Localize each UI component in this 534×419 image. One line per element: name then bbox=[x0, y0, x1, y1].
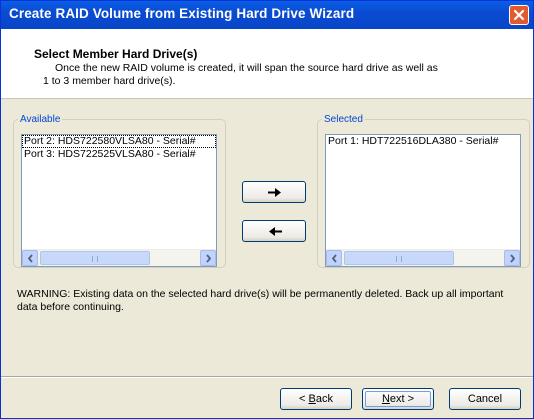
selected-item-port1[interactable]: Port 1: HDT722516DLA380 - Serial# bbox=[326, 135, 520, 148]
scroll-thumb[interactable] bbox=[40, 251, 150, 265]
selected-listbox[interactable]: Port 1: HDT722516DLA380 - Serial# bbox=[325, 134, 521, 267]
scroll-thumb[interactable] bbox=[344, 251, 454, 265]
next-button[interactable]: Next > bbox=[362, 388, 434, 410]
available-group: Available Port 2: HDS722580VLSA80 - Seri… bbox=[13, 114, 226, 268]
window-title: Create RAID Volume from Existing Hard Dr… bbox=[9, 6, 355, 21]
selected-scrollbar[interactable] bbox=[326, 249, 520, 266]
available-listbox[interactable]: Port 2: HDS722580VLSA80 - Serial# Port 3… bbox=[21, 134, 217, 267]
available-item-port3[interactable]: Port 3: HDS722525VLSA80 - Serial# bbox=[22, 148, 216, 161]
scroll-right-button[interactable] bbox=[200, 250, 216, 266]
wizard-window: Create RAID Volume from Existing Hard Dr… bbox=[0, 0, 534, 419]
chevron-right-icon bbox=[206, 254, 212, 263]
page-title: Select Member Hard Drive(s) bbox=[34, 47, 198, 61]
cancel-button[interactable]: Cancel bbox=[449, 388, 521, 410]
arrow-left-icon bbox=[269, 227, 282, 236]
description-line-2: 1 to 3 member hard drive(s). bbox=[43, 75, 176, 87]
available-scrollbar[interactable] bbox=[22, 249, 216, 266]
grip-icon bbox=[396, 256, 402, 262]
arrow-right-icon bbox=[268, 188, 281, 197]
page-description: Once the new RAID volume is created, it … bbox=[43, 62, 438, 88]
description-line-1: Once the new RAID volume is created, it … bbox=[55, 62, 438, 74]
back-button[interactable]: < Back bbox=[280, 388, 352, 410]
available-item-port2[interactable]: Port 2: HDS722580VLSA80 - Serial# bbox=[22, 135, 216, 148]
title-bar[interactable]: Create RAID Volume from Existing Hard Dr… bbox=[1, 1, 533, 29]
scroll-left-button[interactable] bbox=[22, 250, 38, 266]
footer-divider bbox=[1, 376, 533, 378]
scroll-left-button[interactable] bbox=[326, 250, 342, 266]
back-mnemonic: B bbox=[308, 393, 316, 405]
chevron-left-icon bbox=[331, 254, 337, 263]
selected-label: Selected bbox=[324, 114, 363, 125]
back-prefix: < bbox=[299, 393, 309, 405]
warning-text: WARNING: Existing data on the selected h… bbox=[17, 288, 504, 313]
available-label: Available bbox=[20, 114, 61, 125]
back-label: ack bbox=[315, 393, 333, 405]
grip-icon bbox=[92, 256, 98, 262]
selected-group: Selected Port 1: HDT722516DLA380 - Seria… bbox=[317, 114, 530, 268]
chevron-left-icon bbox=[27, 254, 33, 263]
remove-drive-button[interactable] bbox=[242, 220, 306, 242]
close-icon bbox=[513, 9, 525, 21]
scroll-right-button[interactable] bbox=[504, 250, 520, 266]
close-button[interactable] bbox=[509, 5, 529, 25]
wizard-header: Select Member Hard Drive(s) Once the new… bbox=[1, 29, 533, 99]
add-drive-button[interactable] bbox=[242, 181, 306, 203]
chevron-right-icon bbox=[510, 254, 516, 263]
